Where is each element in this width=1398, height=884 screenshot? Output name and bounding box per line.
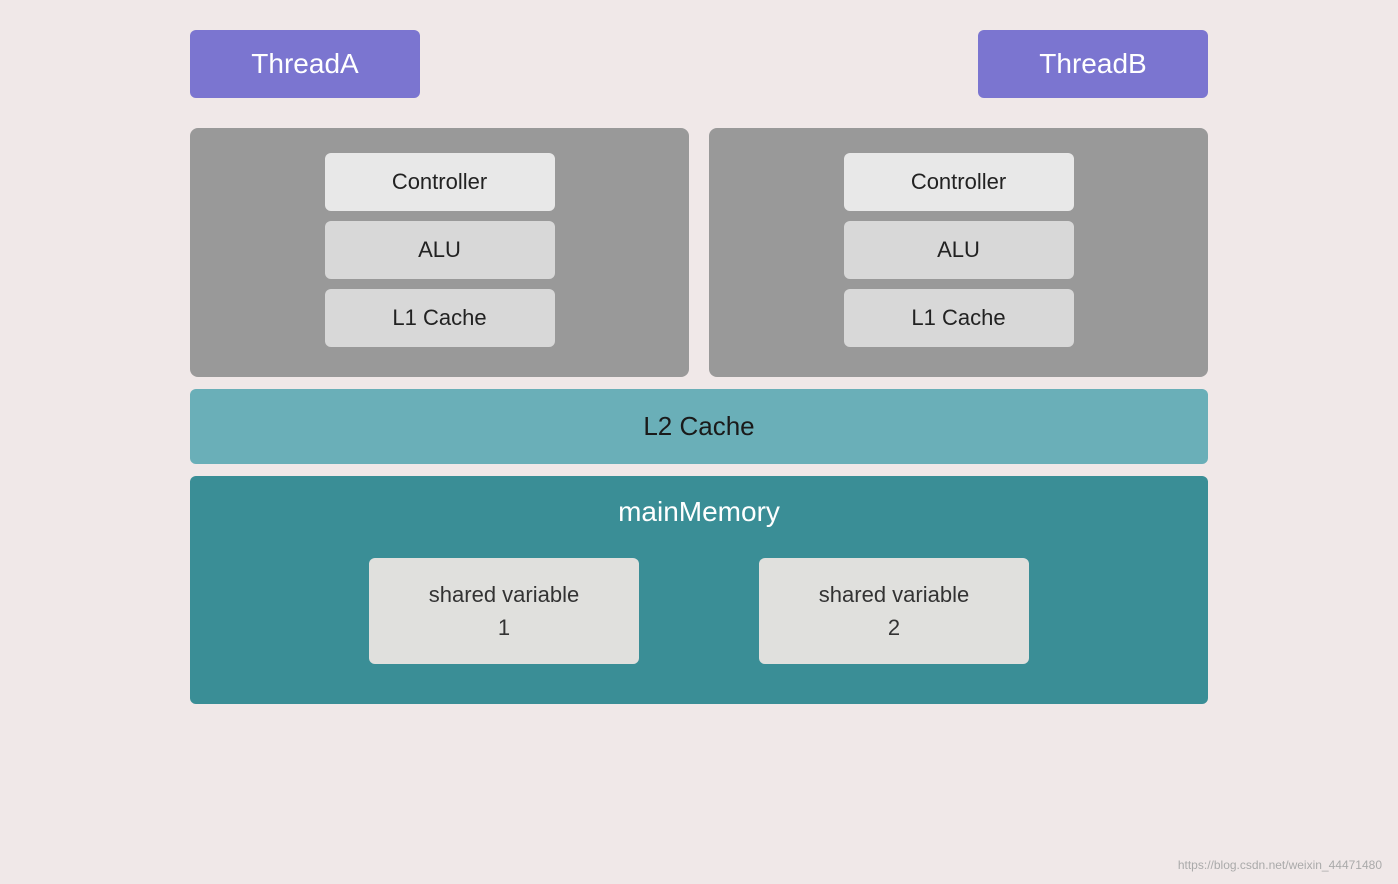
threads-row: ThreadA ThreadB <box>190 30 1208 98</box>
cpu-b-alu: ALU <box>844 221 1074 279</box>
cpu-a-controller: Controller <box>325 153 555 211</box>
cpu-a-box: Controller ALU L1 Cache <box>190 128 689 377</box>
shared-var-1-line1: shared variable <box>429 582 579 607</box>
shared-var-2-box: shared variable 2 <box>759 558 1029 664</box>
cpus-row: Controller ALU L1 Cache Controller ALU L… <box>190 128 1208 377</box>
main-memory-label: mainMemory <box>618 496 780 528</box>
shared-var-1-line2: 1 <box>498 615 510 640</box>
thread-a-label: ThreadA <box>251 48 358 80</box>
shared-var-2-line2: 2 <box>888 615 900 640</box>
thread-a-box: ThreadA <box>190 30 420 98</box>
thread-b-label: ThreadB <box>1039 48 1146 80</box>
thread-b-box: ThreadB <box>978 30 1208 98</box>
shared-vars-row: shared variable 1 shared variable 2 <box>220 558 1178 664</box>
l2-cache-box: L2 Cache <box>190 389 1208 464</box>
cpu-b-box: Controller ALU L1 Cache <box>709 128 1208 377</box>
shared-var-2-line1: shared variable <box>819 582 969 607</box>
cpu-a-l1cache: L1 Cache <box>325 289 555 347</box>
l2-cache-label: L2 Cache <box>643 411 754 441</box>
watermark: https://blog.csdn.net/weixin_44471480 <box>1178 858 1382 872</box>
diagram-container: ThreadA ThreadB Controller ALU L1 Cache … <box>0 0 1398 884</box>
cpu-b-l1cache: L1 Cache <box>844 289 1074 347</box>
cpu-b-controller: Controller <box>844 153 1074 211</box>
main-memory-box: mainMemory shared variable 1 shared vari… <box>190 476 1208 704</box>
cpu-a-alu: ALU <box>325 221 555 279</box>
shared-var-1-box: shared variable 1 <box>369 558 639 664</box>
